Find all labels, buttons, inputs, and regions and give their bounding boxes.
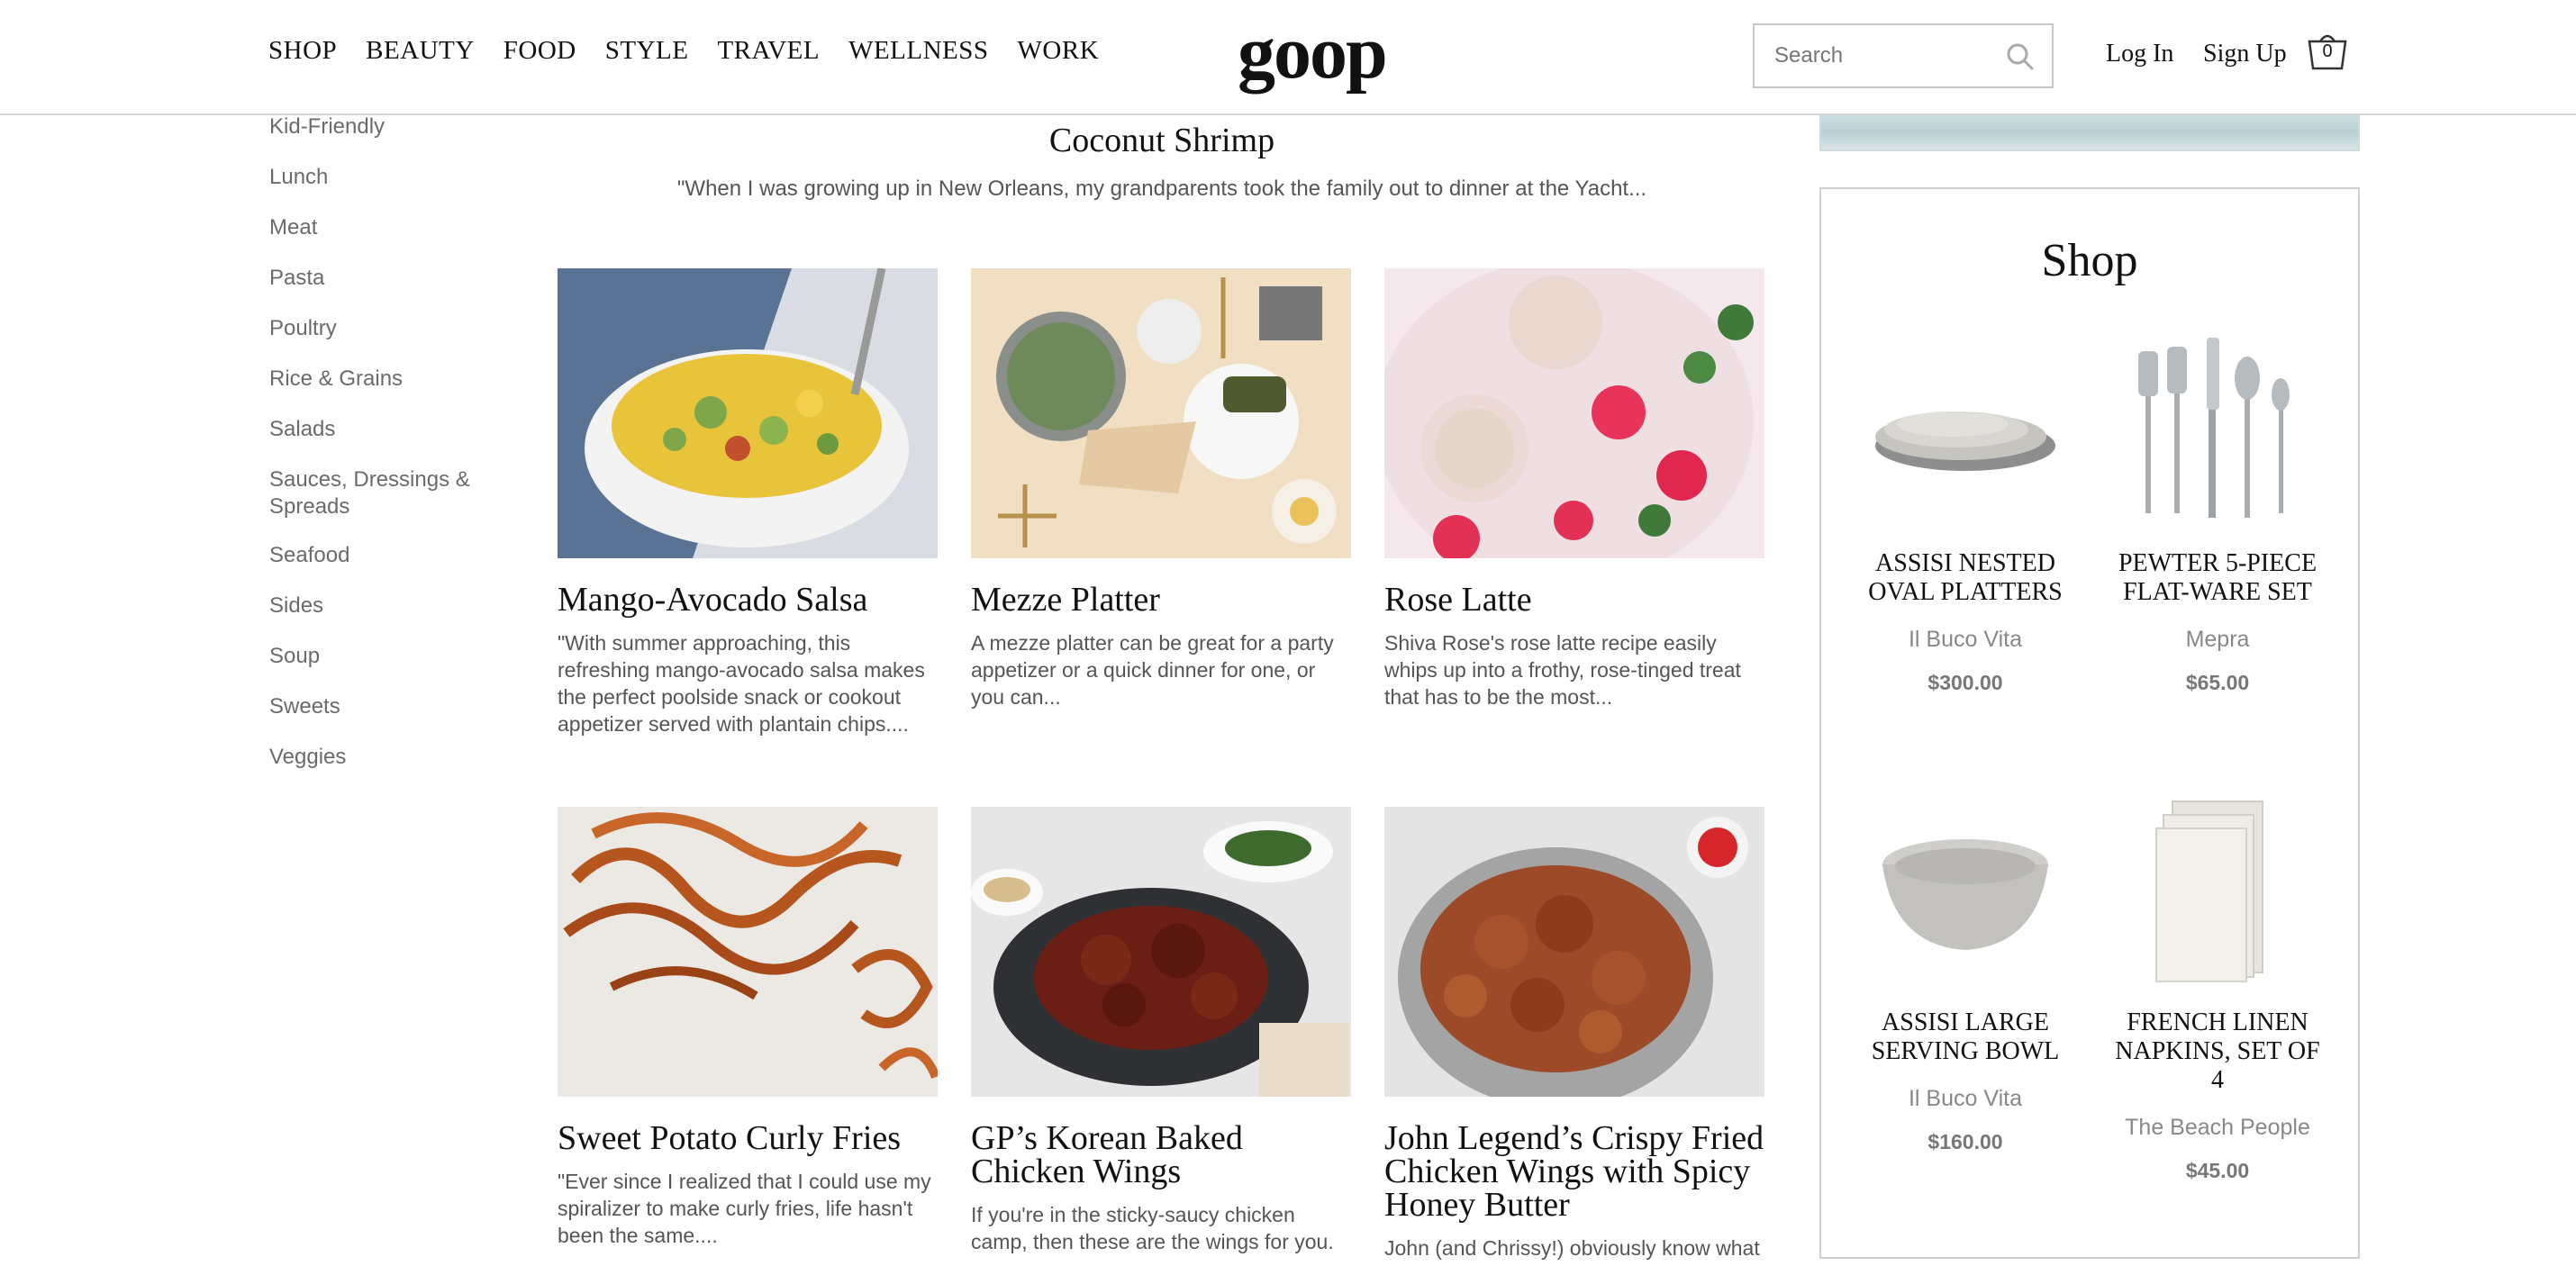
category-seafood[interactable]: Seafood <box>269 542 503 569</box>
product-card[interactable]: FRENCH LINEN NAPKINS, SET OF 4 The Beach… <box>2109 792 2326 1183</box>
recipe-title[interactable]: Sweet Potato Curly Fries <box>558 1121 938 1155</box>
recipe-desc: A mezze platter can be great for a party… <box>971 631 1334 709</box>
nav-wellness[interactable]: WELLNESS <box>848 36 988 66</box>
nav-food[interactable]: FOOD <box>503 36 576 66</box>
recipe-image-rose-latte[interactable] <box>1384 268 1764 558</box>
category-veggies[interactable]: Veggies <box>269 744 503 771</box>
search-box <box>1753 23 2054 88</box>
product-brand: Il Buco Vita <box>1908 627 2022 652</box>
site-logo[interactable]: goop <box>1238 9 1388 96</box>
promo-banner-image[interactable] <box>1819 113 2360 151</box>
featured-recipe-title[interactable]: Coconut Shrimp <box>558 121 1765 160</box>
category-sides[interactable]: Sides <box>269 592 503 619</box>
shop-module: Shop ASSISI NESTED OVAL PLATTERS Il Buco… <box>1819 187 2360 1259</box>
product-name[interactable]: PEWTER 5-PIECE FLAT-WARE SET <box>2109 549 2326 607</box>
recipe-card[interactable]: Rose Latte Shiva Rose's rose latte recip… <box>1384 268 1764 710</box>
recipe-title[interactable]: John Legend’s Crispy Fried Chicken Wings… <box>1384 1121 1764 1222</box>
product-card[interactable]: ASSISI LARGE SERVING BOWL Il Buco Vita $… <box>1857 792 2073 1154</box>
nav-style[interactable]: STYLE <box>605 36 689 66</box>
product-price: $300.00 <box>1927 671 2003 694</box>
recipe-image-fried-wings[interactable] <box>1384 807 1764 1097</box>
featured-recipe-desc: "When I was growing up in New Orleans, m… <box>676 176 1647 201</box>
product-brand: Il Buco Vita <box>1908 1086 2022 1111</box>
product-brand: Mepra <box>2185 627 2250 652</box>
product-card[interactable]: ASSISI NESTED OVAL PLATTERS Il Buco Vita… <box>1857 333 2073 695</box>
nav-work[interactable]: WORK <box>1018 36 1100 66</box>
category-pasta[interactable]: Pasta <box>269 265 503 292</box>
category-sweets[interactable]: Sweets <box>269 693 503 720</box>
category-lunch[interactable]: Lunch <box>269 164 503 191</box>
recipe-image-mezze[interactable] <box>971 268 1351 558</box>
recipe-title[interactable]: Mezze Platter <box>971 583 1351 617</box>
signup-link[interactable]: Sign Up <box>2203 40 2287 68</box>
nav-shop[interactable]: SHOP <box>268 36 337 66</box>
shop-title: Shop <box>2041 235 2138 286</box>
recipe-image-salsa[interactable] <box>558 268 938 558</box>
recipe-card[interactable]: Mezze Platter A mezze platter can be gre… <box>971 268 1351 710</box>
product-image-platters[interactable] <box>1866 333 2064 531</box>
product-card[interactable]: PEWTER 5-PIECE FLAT-WARE SET Mepra $65.0… <box>2109 333 2326 695</box>
recipe-desc: John (and Chrissy!) obviously know what <box>1384 1236 1760 1260</box>
nav-beauty[interactable]: BEAUTY <box>366 36 475 66</box>
product-image-serving-bowl[interactable] <box>1866 792 2064 990</box>
category-soup[interactable]: Soup <box>269 643 503 670</box>
search-icon[interactable] <box>2005 41 2036 72</box>
recipe-desc: "Ever since I realized that I could use … <box>558 1170 931 1247</box>
search-input[interactable] <box>1773 25 2001 86</box>
category-kid-friendly[interactable]: Kid-Friendly <box>269 113 503 140</box>
main-nav: SHOP BEAUTY FOOD STYLE TRAVEL WELLNESS W… <box>268 36 1099 66</box>
recipe-desc: Shiva Rose's rose latte recipe easily wh… <box>1384 631 1741 709</box>
category-salads[interactable]: Salads <box>269 416 503 443</box>
recipe-card[interactable]: Mango-Avocado Salsa "With summer approac… <box>558 268 938 737</box>
category-meat[interactable]: Meat <box>269 214 503 241</box>
nav-travel[interactable]: TRAVEL <box>717 36 820 66</box>
product-image-linen-napkins[interactable] <box>2118 792 2317 990</box>
category-rice-grains[interactable]: Rice & Grains <box>269 366 503 393</box>
recipe-desc: If you're in the sticky-saucy chicken ca… <box>971 1203 1334 1253</box>
product-price: $65.00 <box>2185 671 2250 694</box>
product-name[interactable]: ASSISI NESTED OVAL PLATTERS <box>1857 549 2073 607</box>
recipe-card[interactable]: John Legend’s Crispy Fried Chicken Wings… <box>1384 807 1764 1261</box>
product-price: $160.00 <box>1927 1130 2003 1153</box>
recipe-desc: "With summer approaching, this refreshin… <box>558 631 925 736</box>
recipe-card[interactable]: Sweet Potato Curly Fries "Ever since I r… <box>558 807 938 1249</box>
category-poultry[interactable]: Poultry <box>269 315 503 342</box>
site-header: SHOP BEAUTY FOOD STYLE TRAVEL WELLNESS W… <box>0 0 2576 115</box>
product-name[interactable]: FRENCH LINEN NAPKINS, SET OF 4 <box>2109 1008 2326 1095</box>
recipe-title[interactable]: Rose Latte <box>1384 583 1764 617</box>
cart-count: 0 <box>2322 41 2333 61</box>
recipe-image-curly-fries[interactable] <box>558 807 938 1097</box>
product-price: $45.00 <box>2185 1159 2250 1182</box>
login-link[interactable]: Log In <box>2106 40 2173 68</box>
recipe-image-korean-wings[interactable] <box>971 807 1351 1097</box>
cart-button[interactable]: 0 <box>2306 31 2349 72</box>
product-name[interactable]: ASSISI LARGE SERVING BOWL <box>1857 1008 2073 1066</box>
recipe-title[interactable]: Mango-Avocado Salsa <box>558 583 938 617</box>
product-image-flatware[interactable] <box>2118 333 2317 531</box>
category-sauces[interactable]: Sauces, Dressings & Spreads <box>269 466 503 520</box>
recipe-card[interactable]: GP’s Korean Baked Chicken Wings If you'r… <box>971 807 1351 1255</box>
product-brand: The Beach People <box>2125 1115 2310 1140</box>
recipe-title[interactable]: GP’s Korean Baked Chicken Wings <box>971 1121 1351 1189</box>
